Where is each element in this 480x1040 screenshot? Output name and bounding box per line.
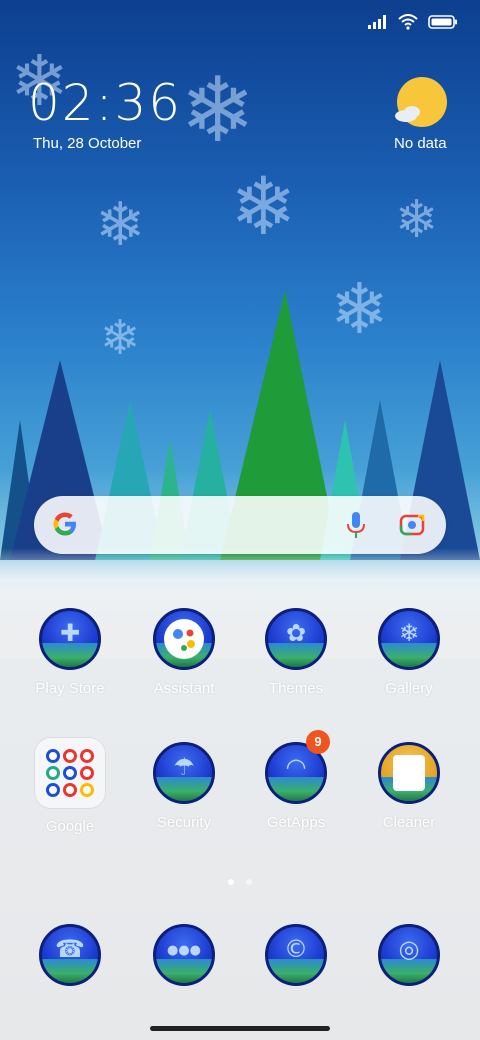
app-themes[interactable]: ✿ Themes — [248, 608, 344, 697]
dock-messages[interactable]: ●●● — [136, 924, 232, 986]
google-search-bar[interactable] — [34, 496, 446, 554]
page-indicator[interactable] — [0, 872, 480, 890]
sun-cloud-icon[interactable] — [392, 76, 448, 132]
camera-icon: ◎ — [378, 924, 440, 986]
app-assistant[interactable]: Assistant — [136, 608, 232, 697]
gallery-icon: ❄ — [378, 608, 440, 670]
gesture-handle[interactable] — [150, 1026, 330, 1031]
status-bar — [368, 14, 458, 30]
app-label: Gallery — [385, 680, 433, 697]
folder-icon — [35, 738, 105, 808]
app-cleaner[interactable]: Cleaner — [361, 742, 457, 831]
cleaner-icon — [378, 742, 440, 804]
app-label: Assistant — [153, 680, 215, 697]
mic-icon[interactable] — [344, 510, 368, 540]
app-label: Security — [156, 814, 212, 831]
phone-icon: ☎ — [39, 924, 101, 986]
clock-time[interactable]: 02:36 — [28, 74, 182, 132]
browser-icon: © — [265, 924, 327, 986]
notification-badge: 9 — [306, 730, 330, 754]
page-dot[interactable] — [246, 879, 253, 885]
app-label: Cleaner — [382, 814, 436, 831]
wifi-icon — [398, 14, 418, 30]
clock-date[interactable]: Thu, 28 October — [33, 135, 141, 152]
app-label: Google — [45, 818, 95, 835]
signal-icon — [368, 15, 386, 29]
themes-icon: ✿ — [265, 608, 327, 670]
messages-icon: ●●● — [153, 924, 215, 986]
dock-browser[interactable]: © — [248, 924, 344, 986]
play-store-icon: ✚ — [39, 608, 101, 670]
weather-status[interactable]: No data — [394, 135, 447, 152]
dock-phone[interactable]: ☎ — [22, 924, 118, 986]
security-icon: ☂ — [153, 742, 215, 804]
app-gallery[interactable]: ❄ Gallery — [361, 608, 457, 697]
folder-google[interactable]: Google — [22, 738, 118, 835]
app-label: Play Store — [35, 680, 105, 697]
battery-icon — [428, 15, 457, 29]
page-dot-active[interactable] — [227, 879, 234, 885]
app-label: Themes — [268, 680, 324, 697]
app-security[interactable]: ☂ Security — [136, 742, 232, 831]
app-label: GetApps — [266, 814, 326, 831]
app-play-store[interactable]: ✚ Play Store — [22, 608, 118, 697]
app-getapps[interactable]: ◠ 9 GetApps — [248, 730, 344, 831]
dock-camera[interactable]: ◎ — [361, 924, 457, 986]
google-g-icon — [53, 512, 76, 536]
assistant-icon — [153, 608, 215, 670]
lens-icon[interactable] — [398, 511, 426, 539]
